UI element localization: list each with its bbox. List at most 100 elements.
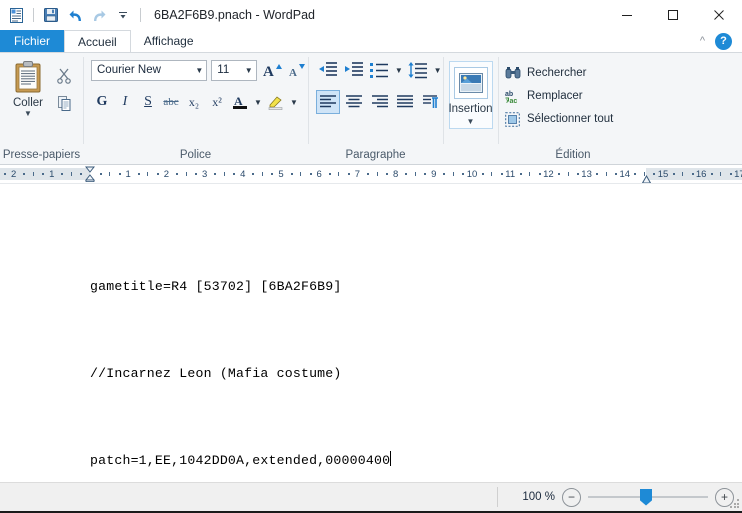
underline-button[interactable]: S xyxy=(137,91,159,113)
ruler-label: 7 xyxy=(354,168,361,180)
cut-icon[interactable] xyxy=(52,63,76,87)
ruler-label: 9 xyxy=(431,168,437,180)
status-bar: 100 % − + xyxy=(0,482,742,511)
highlight-caret-icon[interactable]: ▼ xyxy=(288,91,300,113)
chevron-down-icon-2[interactable]: ▼ xyxy=(242,66,256,75)
customize-qat-icon[interactable] xyxy=(112,4,134,26)
svg-text:A: A xyxy=(263,64,274,79)
grow-font-icon[interactable]: A xyxy=(261,59,283,81)
bullets-icon[interactable] xyxy=(368,58,392,82)
ribbon-group-font: Courier New ▼ 11 ▼ A A G I S abc x₂ x² A… xyxy=(83,53,308,164)
undo-icon[interactable] xyxy=(64,4,86,26)
zoom-out-button[interactable]: − xyxy=(562,487,581,507)
ruler-tick xyxy=(61,173,64,175)
insertion-button[interactable]: Insertion ▼ xyxy=(448,61,493,129)
line-spacing-caret-icon[interactable]: ▼ xyxy=(432,66,443,75)
ruler-tick xyxy=(70,172,72,176)
ruler-tick xyxy=(347,173,350,175)
align-left-button[interactable] xyxy=(316,90,340,114)
shrink-font-icon[interactable]: A xyxy=(286,59,308,81)
ruler-tick xyxy=(414,172,416,176)
ribbon-tab-actions: ^ ? xyxy=(696,30,738,52)
ruler-label: 11 xyxy=(505,168,516,180)
italic-button[interactable]: I xyxy=(114,91,136,113)
zoom-slider[interactable] xyxy=(588,488,708,506)
ruler-label: 15 xyxy=(657,168,669,180)
ribbon: Coller ▼ Presse-papiers Courier New ▼ 11… xyxy=(0,52,742,165)
font-size-combo[interactable]: 11 ▼ xyxy=(211,59,257,81)
paste-button[interactable]: Coller ▼ xyxy=(4,57,52,118)
ruler-tick xyxy=(195,173,198,175)
collapse-ribbon-icon[interactable]: ^ xyxy=(696,35,709,47)
insertion-group-label xyxy=(443,146,498,164)
font-name-combo[interactable]: Courier New ▼ xyxy=(91,59,208,81)
chevron-down-icon[interactable]: ▼ xyxy=(192,66,206,75)
ruler-tick xyxy=(596,173,599,175)
ruler[interactable]: 211234567891011121314151617 xyxy=(0,165,742,184)
help-icon[interactable]: ? xyxy=(715,32,732,50)
zoom-percent: 100 % xyxy=(522,491,555,503)
ribbon-group-paragraph: ▼ ▼ Paragraphe xyxy=(308,53,443,164)
document-line-with-caret: patch=1,EE,1042DD0A,extended,00000400 xyxy=(90,446,392,475)
left-indent-marker[interactable] xyxy=(84,166,96,183)
ruler-tick xyxy=(615,173,618,175)
svg-text:A: A xyxy=(289,67,297,79)
ruler-tick xyxy=(366,173,369,175)
ruler-label: 1 xyxy=(49,168,55,180)
edition-group-label: Édition xyxy=(555,149,591,161)
subscript-button[interactable]: x₂ xyxy=(183,91,205,113)
bold-button[interactable]: G xyxy=(91,91,113,113)
document-area[interactable]: gametitle=R4 [53702] [6BA2F6B9] //Incarn… xyxy=(0,184,742,482)
strikethrough-button[interactable]: abc xyxy=(160,91,182,113)
wordpad-icon[interactable] xyxy=(5,4,27,26)
minimize-button[interactable] xyxy=(604,0,650,30)
bullets-caret-icon[interactable]: ▼ xyxy=(393,66,404,75)
paragraph-marks-button[interactable] xyxy=(419,90,443,114)
highlight-icon[interactable] xyxy=(265,91,287,113)
maximize-button[interactable] xyxy=(650,0,696,30)
zoom-controls: 100 % − + xyxy=(522,487,734,507)
select-all-button[interactable]: Sélectionner tout xyxy=(504,109,648,129)
ruler-tick xyxy=(309,173,312,175)
ruler-label: 17 xyxy=(734,168,742,180)
copy-icon[interactable] xyxy=(52,91,76,115)
save-icon[interactable] xyxy=(40,4,62,26)
resize-grip[interactable] xyxy=(730,499,740,509)
ribbon-group-insertion: Insertion ▼ xyxy=(443,53,498,164)
document-text[interactable]: gametitle=R4 [53702] [6BA2F6B9] //Incarn… xyxy=(90,214,392,482)
select-all-label: Sélectionner tout xyxy=(527,113,614,125)
decrease-indent-icon[interactable] xyxy=(316,58,340,82)
close-button[interactable] xyxy=(696,0,742,30)
ruler-label: 2 xyxy=(10,168,17,180)
align-center-button[interactable] xyxy=(342,90,366,114)
ruler-tick xyxy=(99,173,102,175)
zoom-slider-thumb[interactable] xyxy=(640,488,652,506)
ribbon-group-edition: Rechercher ab ac Remplacer Sélectionner … xyxy=(498,53,648,164)
tab-accueil[interactable]: Accueil xyxy=(64,30,131,52)
redo-icon[interactable] xyxy=(88,4,110,26)
superscript-button[interactable]: x² xyxy=(206,91,228,113)
align-right-button[interactable] xyxy=(368,90,392,114)
text-color-icon[interactable]: A xyxy=(229,91,251,113)
document-line-text: patch=1,EE,1042DD0A,extended,00000400 xyxy=(90,453,391,468)
window-controls xyxy=(604,0,742,30)
ruler-label: 13 xyxy=(581,168,592,180)
insertion-caret-icon[interactable]: ▼ xyxy=(467,117,475,126)
ruler-tick xyxy=(147,172,149,176)
paste-caret-icon[interactable]: ▼ xyxy=(24,110,32,118)
line-spacing-icon[interactable] xyxy=(406,58,430,82)
tab-fichier[interactable]: Fichier xyxy=(0,30,65,52)
tab-affichage[interactable]: Affichage xyxy=(131,30,207,52)
text-color-caret-icon[interactable]: ▼ xyxy=(252,91,264,113)
justify-button[interactable] xyxy=(393,90,417,114)
ribbon-group-clipboard: Coller ▼ Presse-papiers xyxy=(0,53,83,164)
document-line: //Incarnez Leon (Mafia costume) xyxy=(90,366,342,381)
increase-indent-icon[interactable] xyxy=(342,58,366,82)
ruler-label: 3 xyxy=(201,168,208,180)
ruler-tick xyxy=(567,172,569,176)
right-margin-marker[interactable] xyxy=(641,173,651,183)
ruler-label: 8 xyxy=(392,168,399,180)
find-button[interactable]: Rechercher xyxy=(504,63,648,83)
ruler-tick xyxy=(175,173,178,175)
replace-button[interactable]: ab ac Remplacer xyxy=(504,86,648,106)
